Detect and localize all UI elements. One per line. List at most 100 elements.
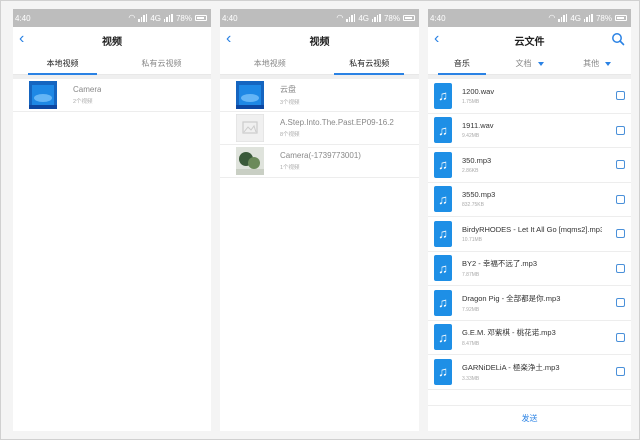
- tab-label: 文档: [515, 59, 532, 68]
- tab-private-cloud-video[interactable]: 私有云视频: [320, 53, 420, 75]
- music-file-icon: ♫: [434, 82, 452, 109]
- file-row[interactable]: ♫ 1911.wav 9.42MB: [428, 114, 631, 148]
- tab-local-video[interactable]: 本地视频: [13, 53, 112, 75]
- tab-local-video[interactable]: 本地视频: [220, 53, 320, 74]
- music-file-icon: ♫: [434, 220, 452, 247]
- folder-name: A.Step.Into.The.Past.EP09-16.2: [280, 118, 394, 127]
- battery-percent: 78%: [175, 13, 192, 23]
- back-chevron-icon[interactable]: ‹: [19, 31, 24, 47]
- tab-label: 本地视频: [253, 59, 286, 68]
- cloud-video-screen: 4:40 ◠ 4G 78% ‹ 视频 本地视频 私有云视频 云盘 3个视频 A.…: [220, 9, 419, 431]
- file-row[interactable]: ♫ 1200.wav 1.75MB: [428, 79, 631, 114]
- tab-music[interactable]: 音乐: [428, 53, 496, 75]
- title-bar: ‹ 云文件: [428, 27, 631, 53]
- page-title: 视频: [102, 36, 122, 48]
- file-checkbox[interactable]: [616, 194, 625, 204]
- file-row[interactable]: ♫ Dragon Pig - 全部都是你.mp3 7.92MB: [428, 286, 631, 321]
- battery-percent: 78%: [595, 13, 612, 23]
- file-row[interactable]: ♫ BY2 - 幸福不远了.mp3 7.87MB: [428, 252, 631, 286]
- status-bar: 4:40 ◠ 4G 78%: [428, 9, 631, 27]
- tab-label: 本地视频: [46, 59, 79, 68]
- folder-name: Camera: [73, 85, 102, 94]
- signal-icon-2: [583, 14, 593, 22]
- file-checkbox[interactable]: [616, 367, 625, 376]
- page-title: 云文件: [514, 36, 545, 48]
- file-checkbox[interactable]: [616, 91, 625, 100]
- file-checkbox[interactable]: [616, 298, 625, 307]
- file-size: 832.75KB: [462, 202, 484, 209]
- file-row[interactable]: ♫ GARNiDELiA - 極楽浄土.mp3 3.33MB: [428, 355, 631, 390]
- signal-icon-2: [371, 14, 381, 22]
- list-item[interactable]: 云盘 3个视频: [220, 79, 419, 112]
- file-checkbox[interactable]: [616, 263, 625, 273]
- file-name: GARNiDELiA - 極楽浄土.mp3: [462, 362, 560, 372]
- signal-icon: [558, 14, 568, 22]
- file-row[interactable]: ♫ 3550.mp3 832.75KB: [428, 183, 631, 217]
- file-name: 350.mp3: [462, 155, 492, 165]
- file-size: 7.92MB: [462, 306, 480, 313]
- tab-label: 私有云视频: [349, 59, 390, 68]
- list-item[interactable]: Camera 2个视频: [13, 79, 211, 112]
- file-size: 7.87MB: [462, 272, 480, 279]
- local-video-screen: 4:40 ◠ 4G 78% ‹ 视频 本地视频 私有云视频 Camera 2个视…: [13, 9, 211, 431]
- battery-percent: 78%: [383, 13, 400, 23]
- file-name: 1911.wav: [462, 121, 494, 131]
- file-size: 3.33MB: [462, 375, 480, 382]
- folder-name: 云盘: [280, 85, 296, 94]
- file-row[interactable]: ♫ 350.mp3 2.86KB: [428, 148, 631, 183]
- cloud-files-screen: 4:40 ◠ 4G 78% ‹ 云文件 音乐 文档 其他 ♫ 1200.wav 1: [428, 9, 631, 431]
- send-button[interactable]: 发送: [428, 405, 631, 431]
- list-item[interactable]: Camera(-1739773001) 1个视频: [220, 145, 419, 178]
- tab-other[interactable]: 其他: [563, 53, 631, 74]
- music-file-icon: ♫: [434, 151, 452, 178]
- file-size: 10.71MB: [462, 236, 483, 243]
- status-time: 4:40: [430, 13, 446, 23]
- title-bar: ‹ 视频: [220, 27, 419, 53]
- file-row[interactable]: ♫ G.E.M. 邓紫棋 - 桃花诺.mp3 8.47MB: [428, 321, 631, 355]
- folder-thumbnail: [236, 81, 264, 109]
- file-row[interactable]: ♫ BirdyRHODES - Let It All Go [mqms2].mp3…: [428, 217, 631, 252]
- file-name: G.E.M. 邓紫棋 - 桃花诺.mp3: [462, 328, 556, 338]
- video-tabs: 本地视频 私有云视频: [13, 53, 211, 75]
- music-file-icon: ♫: [434, 358, 452, 385]
- file-size: 1.75MB: [462, 98, 480, 105]
- back-chevron-icon[interactable]: ‹: [226, 31, 231, 47]
- tab-documents[interactable]: 文档: [496, 53, 564, 74]
- file-checkbox[interactable]: [616, 125, 625, 135]
- wifi-icon: ◠: [548, 13, 556, 22]
- battery-icon: [403, 15, 415, 21]
- video-count: 2个视频: [73, 99, 93, 105]
- search-icon[interactable]: [611, 32, 625, 46]
- back-chevron-icon[interactable]: ‹: [434, 31, 439, 47]
- music-file-icon: ♫: [434, 186, 452, 213]
- file-size: 2.86KB: [462, 167, 479, 174]
- tab-label: 其他: [583, 59, 600, 68]
- tab-private-cloud-video[interactable]: 私有云视频: [112, 53, 211, 74]
- folder-thumbnail: [29, 81, 57, 109]
- network-type: 4G: [570, 13, 581, 23]
- file-checkbox[interactable]: [616, 229, 625, 238]
- list-item[interactable]: A.Step.Into.The.Past.EP09-16.2 8个视频: [220, 112, 419, 145]
- image-placeholder-icon: [236, 114, 264, 142]
- tab-label: 音乐: [453, 59, 470, 68]
- status-time: 4:40: [15, 13, 31, 23]
- file-name: BY2 - 幸福不远了.mp3: [462, 259, 538, 269]
- video-count: 8个视频: [280, 132, 300, 138]
- screenshot-frame: 4:40 ◠ 4G 78% ‹ 视频 本地视频 私有云视频 Camera 2个视…: [0, 0, 640, 440]
- battery-icon: [195, 15, 207, 21]
- file-size: 9.42MB: [462, 133, 480, 140]
- file-checkbox[interactable]: [616, 160, 625, 169]
- battery-icon: [615, 15, 627, 21]
- title-bar: ‹ 视频: [13, 27, 211, 53]
- status-bar: 4:40 ◠ 4G 78%: [13, 9, 211, 27]
- status-bar: 4:40 ◠ 4G 78%: [220, 9, 419, 27]
- wifi-icon: ◠: [336, 13, 344, 22]
- signal-icon: [138, 14, 148, 22]
- file-type-tabs: 音乐 文档 其他: [428, 53, 631, 75]
- video-tabs: 本地视频 私有云视频: [220, 53, 419, 75]
- file-checkbox[interactable]: [616, 332, 625, 342]
- file-name: 3550.mp3: [462, 190, 496, 200]
- status-time: 4:40: [222, 13, 238, 23]
- video-count: 1个视频: [280, 165, 300, 171]
- network-type: 4G: [358, 13, 369, 23]
